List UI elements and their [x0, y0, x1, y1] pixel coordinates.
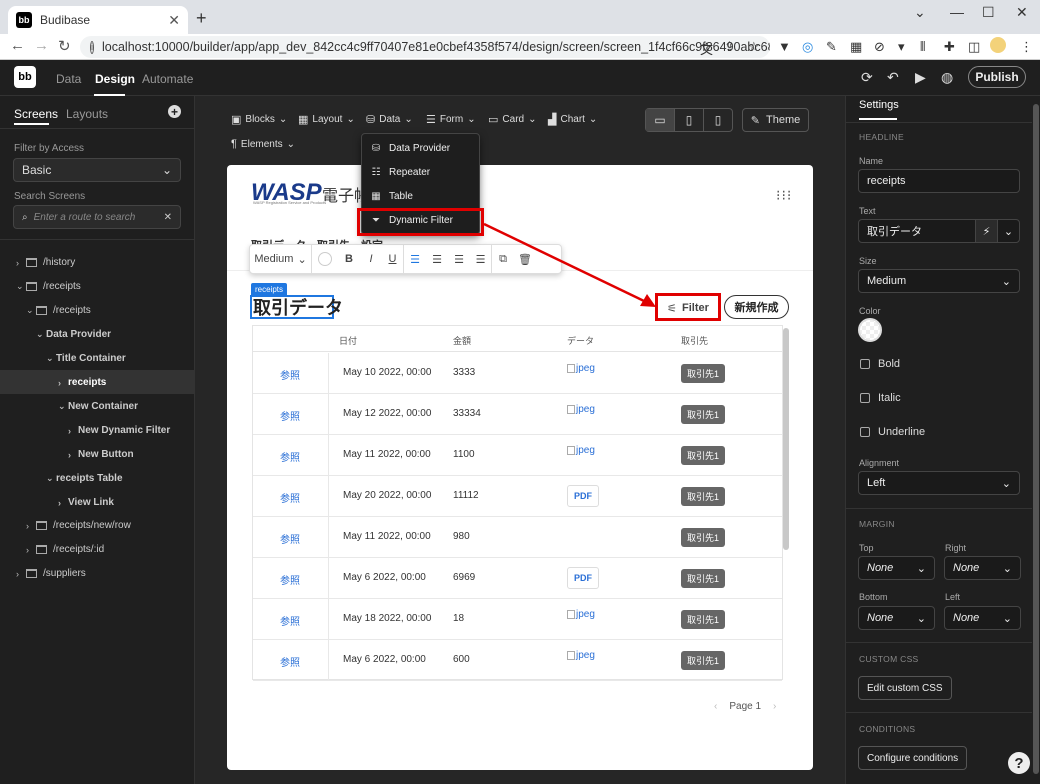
checkbox-label: Bold	[878, 358, 901, 370]
checkbox-box	[860, 427, 870, 437]
chevron-down-icon: ⌄	[916, 612, 926, 625]
help-icon[interactable]: ?	[1008, 752, 1030, 774]
size-select[interactable]: Medium ⌄	[858, 269, 1020, 293]
margin-value: None	[867, 612, 894, 624]
name-label: Name	[859, 156, 884, 166]
name-field[interactable]: receipts	[858, 169, 1020, 193]
bold-checkbox[interactable]: Bold	[860, 358, 900, 370]
margin-bottom-select[interactable]: None ⌄	[858, 606, 935, 630]
chevron-down-icon: ⌄	[1001, 275, 1011, 288]
margin-right-label: Right	[945, 543, 967, 553]
size-value: Medium	[867, 275, 907, 287]
margin-right-select[interactable]: None ⌄	[944, 556, 1021, 580]
chevron-down-icon: ⌄	[916, 562, 926, 575]
chevron-down-icon: ⌄	[1001, 477, 1011, 490]
margin-left-label: Left	[945, 592, 961, 602]
checkbox-box	[860, 393, 870, 403]
size-label: Size	[859, 256, 877, 266]
margin-top-select[interactable]: None ⌄	[858, 556, 935, 580]
checkbox-label: Underline	[878, 426, 926, 438]
settings-tab-indicator	[859, 118, 897, 120]
text-value: 取引データ	[867, 226, 922, 238]
checkbox-label: Italic	[878, 392, 901, 404]
divider	[846, 712, 1032, 713]
settings-scrollbar[interactable]	[1032, 96, 1040, 784]
alignment-value: Left	[867, 477, 886, 489]
color-swatch[interactable]	[858, 318, 882, 342]
binding-lightning-icon[interactable]: ⚡	[975, 220, 997, 242]
margin-value: None	[867, 562, 894, 574]
divider	[846, 642, 1032, 643]
chevron-down-icon: ⌄	[1002, 562, 1012, 575]
alignment-label: Alignment	[859, 458, 900, 468]
settings-title: Settings	[859, 99, 899, 111]
margin-value: None	[953, 562, 980, 574]
chevron-down-icon[interactable]: ⌄	[997, 220, 1019, 242]
section-headline: HEADLINE	[859, 132, 904, 142]
text-field[interactable]: 取引データ ⚡ ⌄	[858, 219, 1020, 243]
italic-checkbox[interactable]: Italic	[860, 392, 901, 404]
section-margin: MARGIN	[859, 519, 895, 529]
divider	[846, 122, 1032, 123]
alignment-select[interactable]: Left ⌄	[858, 471, 1020, 495]
margin-left-select[interactable]: None ⌄	[944, 606, 1021, 630]
margin-bottom-label: Bottom	[859, 592, 888, 602]
configure-conditions-button[interactable]: Configure conditions	[858, 746, 968, 770]
edit-custom-css-button[interactable]: Edit custom CSS	[858, 676, 952, 700]
color-label: Color	[859, 306, 881, 316]
name-value: receipts	[867, 175, 906, 187]
margin-value: None	[953, 612, 980, 624]
margin-top-label: Top	[859, 543, 874, 553]
chevron-down-icon: ⌄	[1002, 612, 1012, 625]
underline-checkbox[interactable]: Underline	[860, 426, 925, 438]
checkbox-box	[860, 359, 870, 369]
text-label: Text	[859, 206, 876, 216]
section-conditions: CONDITIONS	[859, 724, 916, 734]
section-custom-css: CUSTOM CSS	[859, 654, 919, 664]
divider	[846, 508, 1032, 509]
